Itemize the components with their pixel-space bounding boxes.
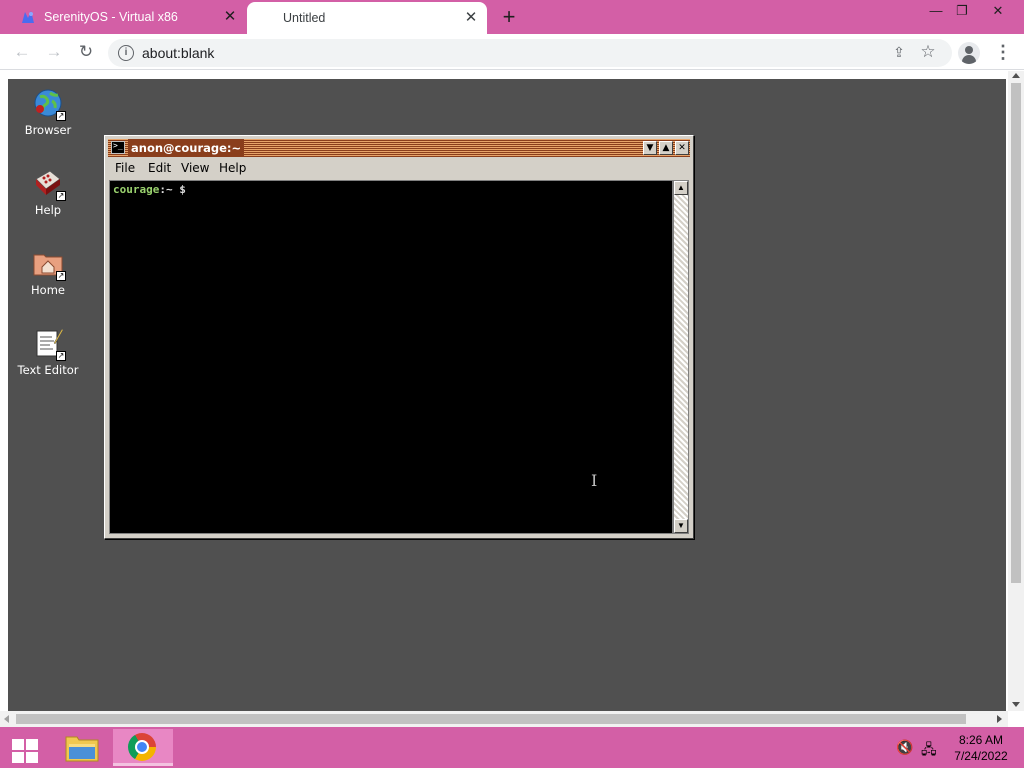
menu-file[interactable]: File bbox=[115, 161, 135, 175]
speaker-muted-icon[interactable]: 🔇 bbox=[896, 739, 913, 756]
desktop-icon-help[interactable]: ↗ Help bbox=[8, 167, 88, 217]
chrome-icon bbox=[128, 733, 156, 761]
desktop-icon-label: Home bbox=[31, 283, 65, 297]
browser-tab-strip: SerenityOS - Virtual x86 ✕ Untitled ✕ + … bbox=[0, 0, 1024, 34]
restore-icon[interactable]: ❐ bbox=[946, 0, 978, 22]
clock-time: 8:26 AM bbox=[958, 733, 1004, 747]
profile-avatar-icon[interactable] bbox=[958, 42, 980, 64]
page-viewport: ↗ Browser ↗ Help ↗ Home ↗ Text Editor >_… bbox=[0, 71, 1024, 727]
menu-edit[interactable]: Edit bbox=[148, 161, 171, 175]
serenityos-favicon-icon bbox=[22, 11, 34, 23]
shortcut-arrow-icon: ↗ bbox=[56, 191, 66, 201]
serenityos-desktop[interactable]: ↗ Browser ↗ Help ↗ Home ↗ Text Editor >_… bbox=[8, 79, 1006, 711]
new-tab-button[interactable]: + bbox=[498, 6, 520, 28]
prompt-path: :~ $ bbox=[159, 183, 186, 196]
browser-menu-icon[interactable]: ⋮ bbox=[994, 42, 1012, 64]
scroll-up-icon[interactable] bbox=[1012, 73, 1020, 78]
close-tab-icon[interactable]: ✕ bbox=[222, 9, 238, 25]
scroll-thumb[interactable] bbox=[1011, 83, 1021, 583]
terminal-window[interactable]: anon@courage:~ ▼ ▲ ✕ File Edit View Help… bbox=[104, 135, 694, 539]
scroll-left-icon[interactable] bbox=[4, 715, 9, 723]
clock-date: 7/24/2022 bbox=[954, 749, 1008, 763]
prompt-host: courage bbox=[113, 183, 160, 196]
shell-prompt: courage:~ $ bbox=[113, 183, 186, 196]
terminal-scrollbar[interactable]: ▲ ▼ bbox=[673, 180, 689, 534]
network-icon[interactable]: 🖧 bbox=[921, 739, 937, 763]
scroll-thumb[interactable] bbox=[16, 714, 966, 724]
terminal-titlebar[interactable]: anon@courage:~ ▼ ▲ ✕ bbox=[108, 139, 690, 157]
desktop-icon-label: Text Editor bbox=[17, 363, 79, 377]
bookmark-star-icon[interactable]: ☆ bbox=[918, 42, 938, 62]
terminal-menubar: File Edit View Help bbox=[108, 159, 690, 177]
terminal-title: anon@courage:~ bbox=[128, 139, 245, 157]
page-vertical-scrollbar[interactable] bbox=[1008, 71, 1024, 711]
menu-view[interactable]: View bbox=[181, 161, 209, 175]
minimize-icon[interactable]: ▼ bbox=[643, 141, 657, 155]
tab-serenityos[interactable]: SerenityOS - Virtual x86 ✕ bbox=[8, 0, 246, 34]
terminal-screen[interactable]: courage:~ $ bbox=[109, 180, 673, 534]
folder-icon bbox=[65, 736, 99, 762]
text-cursor-icon: I bbox=[591, 471, 598, 490]
reload-icon[interactable]: ↻ bbox=[74, 40, 98, 64]
taskbar-clock[interactable]: 8:26 AM 7/24/2022 bbox=[946, 732, 1016, 764]
close-tab-icon[interactable]: ✕ bbox=[463, 10, 479, 26]
address-text[interactable]: about:blank bbox=[142, 45, 214, 61]
site-info-icon[interactable]: i bbox=[118, 45, 134, 61]
shortcut-arrow-icon: ↗ bbox=[56, 111, 66, 121]
window-close-icon[interactable]: ✕ bbox=[982, 0, 1014, 22]
desktop-icon-label: Help bbox=[34, 203, 62, 217]
address-bar[interactable]: i about:blank ⇪ ☆ bbox=[108, 39, 952, 67]
tab-title: SerenityOS - Virtual x86 bbox=[44, 10, 178, 24]
desktop-icon-text-editor[interactable]: ↗ Text Editor bbox=[8, 327, 88, 377]
terminal-icon bbox=[111, 141, 125, 154]
scroll-right-icon[interactable] bbox=[997, 715, 1002, 723]
forward-arrow-icon[interactable]: → bbox=[42, 40, 66, 64]
desktop-icon-home[interactable]: ↗ Home bbox=[8, 247, 88, 297]
tab-untitled[interactable]: Untitled ✕ bbox=[247, 2, 487, 34]
scroll-down-icon[interactable] bbox=[1012, 702, 1020, 707]
browser-toolbar: ← → ↻ i about:blank ⇪ ☆ ⋮ bbox=[0, 34, 1024, 70]
start-button[interactable] bbox=[4, 731, 44, 764]
page-horizontal-scrollbar[interactable] bbox=[0, 711, 1008, 727]
desktop-icon-label: Browser bbox=[24, 123, 72, 137]
shortcut-arrow-icon: ↗ bbox=[56, 271, 66, 281]
scroll-up-icon[interactable]: ▲ bbox=[674, 181, 688, 195]
tab-title: Untitled bbox=[283, 11, 326, 25]
share-icon[interactable]: ⇪ bbox=[890, 44, 908, 62]
desktop-icon-browser[interactable]: ↗ Browser bbox=[8, 87, 88, 137]
menu-help[interactable]: Help bbox=[219, 161, 246, 175]
scroll-down-icon[interactable]: ▼ bbox=[674, 519, 688, 533]
close-icon[interactable]: ✕ bbox=[675, 141, 689, 155]
windows-taskbar: 🔇 🖧 8:26 AM 7/24/2022 bbox=[0, 727, 1024, 768]
shortcut-arrow-icon: ↗ bbox=[56, 351, 66, 361]
file-explorer-taskbar-button[interactable] bbox=[60, 729, 104, 766]
back-arrow-icon[interactable]: ← bbox=[10, 40, 34, 64]
maximize-icon[interactable]: ▲ bbox=[659, 141, 673, 155]
chrome-taskbar-button[interactable] bbox=[113, 729, 173, 766]
